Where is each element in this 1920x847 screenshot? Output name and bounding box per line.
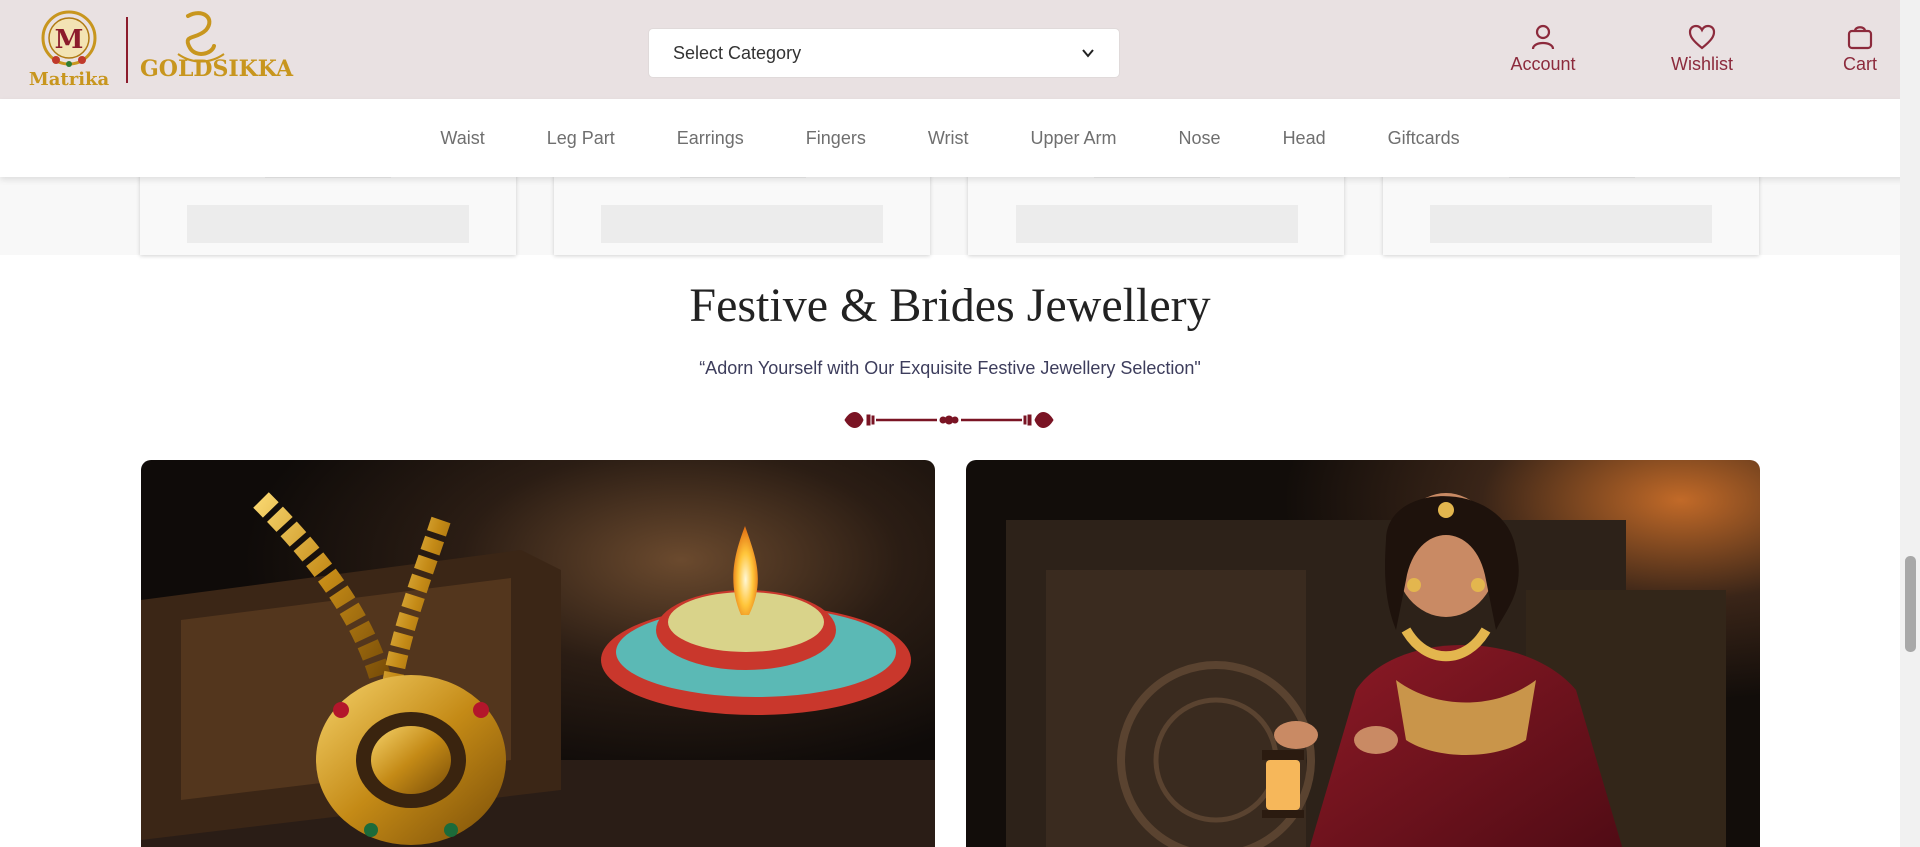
skeleton-card — [968, 170, 1344, 255]
logo-group[interactable]: M Matrika GOLDSIKKA — [26, 8, 294, 92]
nav-item-upper-arm[interactable]: Upper Arm — [1031, 128, 1117, 149]
skeleton-card — [140, 170, 516, 255]
skeleton-button — [1430, 205, 1712, 243]
account-label: Account — [1510, 54, 1576, 74]
skeleton-card — [1383, 170, 1759, 255]
nav-item-nose[interactable]: Nose — [1179, 128, 1221, 149]
category-select[interactable]: Select Category — [648, 28, 1120, 78]
skeleton-card — [554, 170, 930, 255]
nav-item-leg-part[interactable]: Leg Part — [547, 128, 615, 149]
nav-item-wrist[interactable]: Wrist — [928, 128, 969, 149]
matrika-logo[interactable]: M Matrika — [26, 8, 112, 92]
heart-icon — [1688, 24, 1716, 50]
logo-divider — [126, 17, 128, 83]
nav-item-fingers[interactable]: Fingers — [806, 128, 866, 149]
skeleton-button — [187, 205, 469, 243]
page-scrollbar[interactable] — [1900, 0, 1920, 847]
nav-item-head[interactable]: Head — [1283, 128, 1326, 149]
category-select-value: Select Category — [673, 42, 802, 63]
matrika-logo-text: Matrika — [28, 69, 110, 90]
site-header: M Matrika GOLDSIKKA Select Category Acco… — [0, 0, 1920, 99]
skeleton-button — [601, 205, 883, 243]
category-nav: Waist Leg Part Earrings Fingers Wrist Up… — [0, 99, 1920, 177]
goldsikka-logo[interactable]: GOLDSIKKA — [140, 8, 294, 92]
svg-text:M: M — [55, 25, 84, 55]
account-button[interactable]: Account — [1483, 24, 1603, 75]
ornament-divider-icon — [844, 412, 1054, 428]
chevron-down-icon — [1082, 49, 1094, 58]
bag-icon — [1847, 26, 1873, 50]
bridal-jewellery-tile[interactable] — [966, 460, 1760, 847]
section-subtitle: “Adorn Yourself with Our Exquisite Festi… — [699, 358, 1201, 378]
goldsikka-logo-text: GOLDSIKKA — [140, 56, 294, 82]
cart-label: Cart — [1842, 54, 1877, 74]
nav-item-giftcards[interactable]: Giftcards — [1388, 128, 1460, 149]
nav-item-earrings[interactable]: Earrings — [677, 128, 744, 149]
scrollbar-thumb[interactable] — [1905, 556, 1916, 652]
wishlist-button[interactable]: Wishlist — [1642, 24, 1762, 75]
nav-item-waist[interactable]: Waist — [440, 128, 484, 149]
section-title: Festive & Brides Jewellery — [689, 279, 1211, 332]
wishlist-label: Wishlist — [1671, 54, 1733, 74]
page: M Matrika GOLDSIKKA Select Category Acco… — [0, 0, 1920, 847]
festive-jewellery-tile[interactable] — [141, 460, 935, 847]
user-icon — [1531, 24, 1555, 50]
skeleton-button — [1016, 205, 1298, 243]
